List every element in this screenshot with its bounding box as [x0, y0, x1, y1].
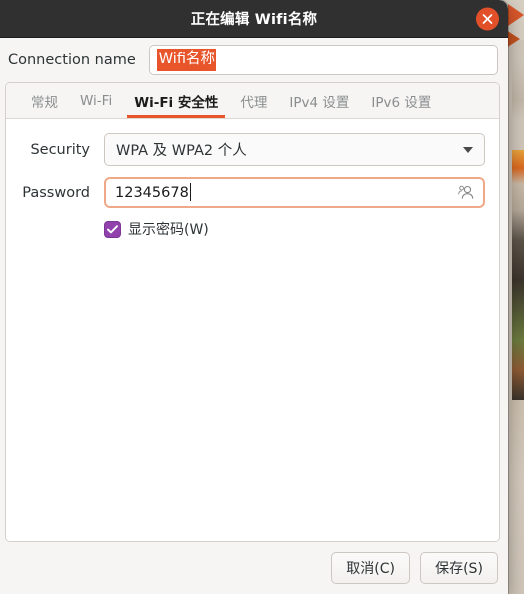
- background-arrow-icon-secondary: [506, 30, 520, 48]
- tab-wifi-security[interactable]: Wi-Fi 安全性: [123, 83, 229, 118]
- connection-name-label: Connection name: [8, 52, 136, 68]
- background-photo-upper: [512, 60, 524, 120]
- show-password-label: 显示密码(W): [128, 222, 209, 238]
- tab-wifi[interactable]: Wi-Fi: [69, 83, 123, 118]
- tab-proxy[interactable]: 代理: [229, 83, 278, 118]
- connection-name-row: Connection name Wifi名称: [0, 38, 508, 82]
- tab-general[interactable]: 常规: [20, 83, 69, 118]
- connection-name-input[interactable]: Wifi名称: [148, 45, 498, 75]
- settings-notebook: 常规 Wi-Fi Wi-Fi 安全性 代理 IPv4 设置 IPv6 设置 Se…: [5, 82, 500, 542]
- dialog-footer: 取消(C) 保存(S): [0, 542, 508, 594]
- save-button[interactable]: 保存(S): [420, 552, 498, 584]
- person-icon[interactable]: [458, 185, 475, 200]
- password-row: Password 12345678: [20, 177, 485, 208]
- show-password-row[interactable]: 显示密码(W): [104, 219, 485, 239]
- wifi-security-panel: Security WPA 及 WPA2 个人 Password 12345678: [6, 119, 499, 541]
- password-input[interactable]: 12345678: [104, 177, 485, 208]
- connection-name-value: Wifi名称: [156, 49, 216, 71]
- window-titlebar: 正在编辑 Wifi名称: [0, 0, 508, 38]
- background-photo: [512, 150, 524, 400]
- background-arrow-icon: [508, 4, 524, 26]
- tab-ipv6-settings[interactable]: IPv6 设置: [360, 83, 442, 118]
- tab-ipv4-settings[interactable]: IPv4 设置: [278, 83, 360, 118]
- security-label: Security: [30, 141, 90, 158]
- check-icon: [107, 224, 118, 233]
- chevron-down-icon: [463, 146, 473, 153]
- close-button[interactable]: [476, 7, 499, 30]
- security-row: Security WPA 及 WPA2 个人: [20, 133, 485, 166]
- close-icon: [482, 13, 493, 24]
- cancel-button[interactable]: 取消(C): [331, 552, 410, 584]
- background-photo-lower: [510, 400, 524, 594]
- tab-bar: 常规 Wi-Fi Wi-Fi 安全性 代理 IPv4 设置 IPv6 设置: [6, 83, 499, 119]
- show-password-checkbox[interactable]: [104, 220, 121, 238]
- password-value: 12345678: [115, 182, 191, 201]
- security-dropdown[interactable]: WPA 及 WPA2 个人: [104, 133, 485, 166]
- edit-connection-dialog: 正在编辑 Wifi名称 Connection name Wifi名称 常规 Wi…: [0, 0, 508, 594]
- security-dropdown-value: WPA 及 WPA2 个人: [116, 143, 247, 159]
- window-title: 正在编辑 Wifi名称: [190, 12, 318, 28]
- password-label: Password: [22, 184, 90, 201]
